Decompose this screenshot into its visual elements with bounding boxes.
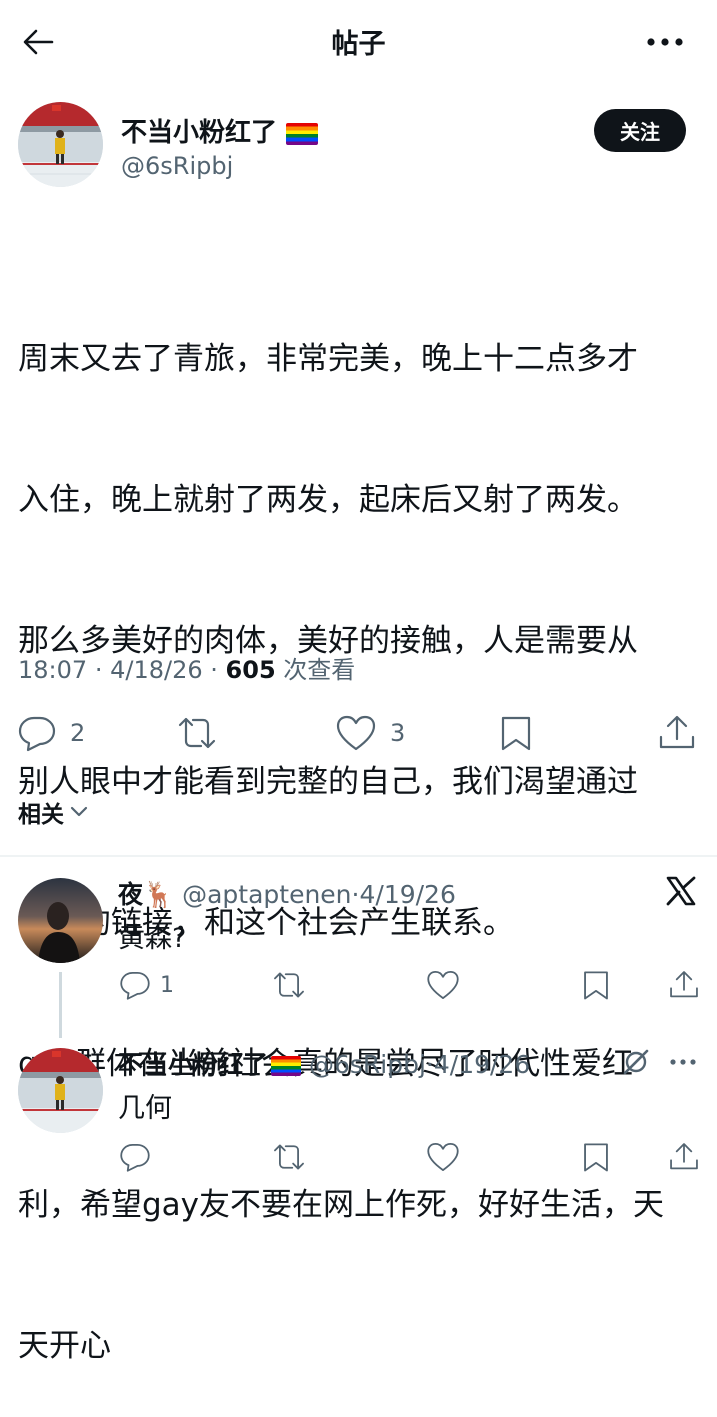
reply-share-button[interactable] — [667, 968, 701, 1002]
reply-repost-button[interactable] — [270, 968, 308, 1002]
post-meta: 18:07 · 4/18/26 · 605 次查看 — [18, 650, 355, 685]
x-logo-icon — [664, 874, 698, 908]
separator: · — [425, 1050, 434, 1079]
share-icon — [659, 715, 695, 749]
grok-icon[interactable] — [620, 1046, 652, 1078]
post-date[interactable]: 4/18/26 — [110, 656, 203, 684]
views-label: 次查看 — [283, 656, 356, 684]
post-time[interactable]: 18:07 — [18, 656, 87, 684]
reply-text: 黄森? — [118, 923, 187, 954]
avatar-image — [18, 1048, 103, 1133]
comment-icon — [120, 971, 150, 1000]
share-icon — [670, 971, 698, 998]
reply-like-button[interactable] — [425, 1140, 461, 1174]
like-count: 3 — [390, 719, 406, 747]
reply-bookmark-button[interactable] — [580, 1140, 612, 1174]
like-button[interactable]: 3 — [334, 713, 405, 753]
author-avatar[interactable] — [18, 102, 103, 187]
reply-author-handle[interactable]: @aptaptenen — [182, 880, 351, 909]
post-text: 周末又去了青旅，非常完美，晚上十二点多才 入住，晚上就射了两发，起床后又射了两发… — [18, 242, 664, 1417]
reply-author-name[interactable]: 不当小粉红了 — [118, 1050, 268, 1079]
rainbow-flag-icon — [271, 1056, 302, 1076]
chevron-down-icon — [70, 806, 88, 817]
share-button[interactable] — [656, 713, 698, 753]
reply-button[interactable]: 2 — [16, 713, 85, 753]
repost-icon — [178, 717, 216, 749]
more-horizontal-icon — [647, 38, 683, 46]
reply-reply-button[interactable] — [118, 1140, 152, 1174]
divider — [0, 855, 717, 857]
more-horizontal-icon — [670, 1059, 696, 1065]
post-text-line: 别人眼中才能看到完整的自己，我们渴望通过 — [18, 764, 638, 800]
more-options-button[interactable] — [640, 28, 690, 56]
avatar-image — [18, 878, 103, 963]
reply-reply-button[interactable]: 1 — [118, 968, 174, 1002]
author-handle[interactable]: @6sRipbj — [121, 152, 233, 180]
reply-header: 夜🦌 @aptaptenen·4/19/26 — [118, 875, 456, 911]
related-label: 相关 — [18, 802, 64, 828]
repost-icon — [274, 1144, 304, 1170]
reply-author-name[interactable]: 夜🦌 — [118, 880, 174, 909]
follow-button[interactable]: 关注 — [594, 109, 686, 152]
repost-icon — [274, 972, 304, 998]
reply-reply-count: 1 — [160, 972, 174, 998]
reply-avatar[interactable] — [18, 878, 103, 963]
reply-date[interactable]: 4/19/26 — [434, 1050, 530, 1079]
post-text-line: 利，希望gay友不要在网上作死，好好生活，天 — [18, 1187, 665, 1223]
author-name-row[interactable]: 不当小粉红了 — [121, 112, 319, 149]
post-text-line: 天开心 — [18, 1328, 111, 1364]
bookmark-icon — [584, 1143, 608, 1172]
author-name: 不当小粉红了 — [121, 118, 278, 148]
page-title: 帖子 — [331, 29, 386, 60]
separator: · — [94, 656, 103, 684]
reply-more-button[interactable] — [665, 1050, 701, 1074]
reply-thread-line — [59, 972, 62, 1038]
rainbow-flag-icon — [286, 122, 319, 145]
reply-share-button[interactable] — [667, 1140, 701, 1174]
separator: · — [210, 656, 218, 684]
post-text-line: 入住，晚上就射了两发，起床后又射了两发。 — [18, 482, 638, 518]
reply-text: 几何 — [118, 1093, 172, 1124]
reply-author-handle[interactable]: @6sRipbj — [309, 1050, 426, 1079]
heart-icon — [427, 1143, 459, 1171]
bookmark-icon — [584, 971, 608, 1000]
reply-avatar[interactable] — [18, 1048, 103, 1133]
heart-icon — [427, 971, 459, 999]
views-count: 605 — [225, 656, 276, 684]
reply-like-button[interactable] — [425, 968, 461, 1002]
reply-date[interactable]: 4/19/26 — [359, 880, 455, 909]
bookmark-icon — [501, 716, 531, 751]
repost-button[interactable] — [174, 713, 220, 753]
reply-bookmark-button[interactable] — [580, 968, 612, 1002]
bookmark-button[interactable] — [497, 713, 535, 753]
avatar-image — [18, 102, 103, 187]
reply-repost-button[interactable] — [270, 1140, 308, 1174]
post-text-line: 周末又去了青旅，非常完美，晚上十二点多才 — [18, 341, 638, 377]
reply-header: 不当小粉红了 @6sRipbj·4/19/26 — [118, 1045, 530, 1081]
related-toggle[interactable]: 相关 — [18, 795, 90, 829]
share-icon — [670, 1143, 698, 1170]
heart-icon — [336, 715, 376, 751]
comment-icon — [18, 716, 56, 752]
reply-count: 2 — [70, 719, 86, 747]
comment-icon — [120, 1143, 150, 1172]
